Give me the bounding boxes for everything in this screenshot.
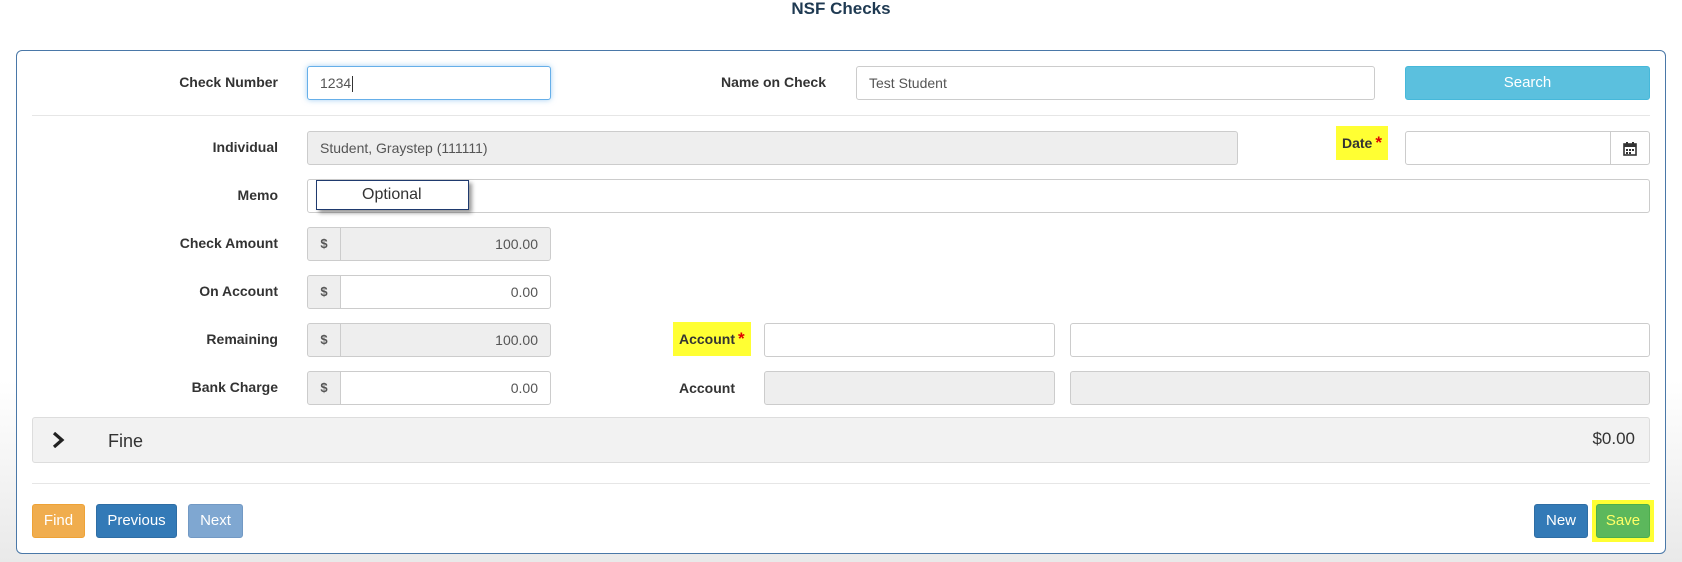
- remaining-label: Remaining: [206, 331, 278, 347]
- next-button[interactable]: Next: [188, 504, 243, 538]
- check-number-label: Check Number: [179, 74, 278, 90]
- check-number-value: 1234: [320, 75, 352, 91]
- account-label: Account: [679, 380, 735, 396]
- on-account-currency: $: [307, 275, 341, 309]
- fine-label: Fine: [108, 431, 144, 451]
- fine-section-header[interactable]: Fine $0.00: [32, 417, 1650, 463]
- memo-label: Memo: [237, 187, 278, 203]
- date-input[interactable]: [1405, 131, 1612, 165]
- name-on-check-label: Name on Check: [720, 74, 826, 90]
- account-code-input[interactable]: [764, 323, 1055, 357]
- remaining-currency: $: [307, 323, 341, 357]
- individual-field[interactable]: Student, Graystep (111111): [307, 131, 1238, 165]
- on-account-label: On Account: [199, 283, 278, 299]
- search-button[interactable]: Search: [1405, 66, 1650, 100]
- page-title: NSF Checks: [791, 0, 891, 18]
- save-button[interactable]: Save: [1596, 504, 1650, 538]
- bank-charge-input[interactable]: 0.00: [340, 371, 551, 405]
- new-button[interactable]: New: [1534, 504, 1588, 538]
- memo-input[interactable]: [307, 179, 1650, 213]
- date-label: Date *: [1336, 126, 1388, 160]
- bank-account-code-field[interactable]: [764, 371, 1055, 405]
- check-amount-currency: $: [307, 227, 341, 261]
- bank-charge-currency: $: [307, 371, 341, 405]
- fine-amount: $0.00: [1592, 429, 1635, 448]
- bank-charge-label: Bank Charge: [191, 379, 278, 395]
- text-caret: [352, 76, 354, 93]
- form-panel: [16, 50, 1666, 554]
- row-divider: [32, 115, 1650, 116]
- bank-account-description-field[interactable]: [1070, 371, 1650, 405]
- check-number-input[interactable]: 1234: [307, 66, 551, 100]
- remaining-field[interactable]: 100.00: [340, 323, 551, 357]
- previous-button[interactable]: Previous: [96, 504, 177, 538]
- name-on-check-input[interactable]: Test Student: [856, 66, 1375, 100]
- footer-divider: [32, 483, 1650, 484]
- date-label-text: Date: [1342, 135, 1373, 151]
- account-required-label: Account *: [673, 322, 751, 356]
- memo-tooltip: Optional: [316, 180, 469, 210]
- find-button[interactable]: Find: [32, 504, 85, 538]
- calendar-button[interactable]: [1610, 131, 1650, 165]
- on-account-input[interactable]: 0.00: [340, 275, 551, 309]
- account-required-marker: *: [738, 329, 745, 348]
- calendar-icon: [1623, 142, 1637, 157]
- date-required-marker: *: [1375, 133, 1382, 152]
- individual-label: Individual: [212, 139, 278, 155]
- account-description-input[interactable]: [1070, 323, 1650, 357]
- account-required-label-text: Account: [679, 331, 735, 347]
- check-amount-label: Check Amount: [179, 235, 278, 251]
- chevron-right-icon: [52, 432, 65, 448]
- check-amount-field[interactable]: 100.00: [340, 227, 551, 261]
